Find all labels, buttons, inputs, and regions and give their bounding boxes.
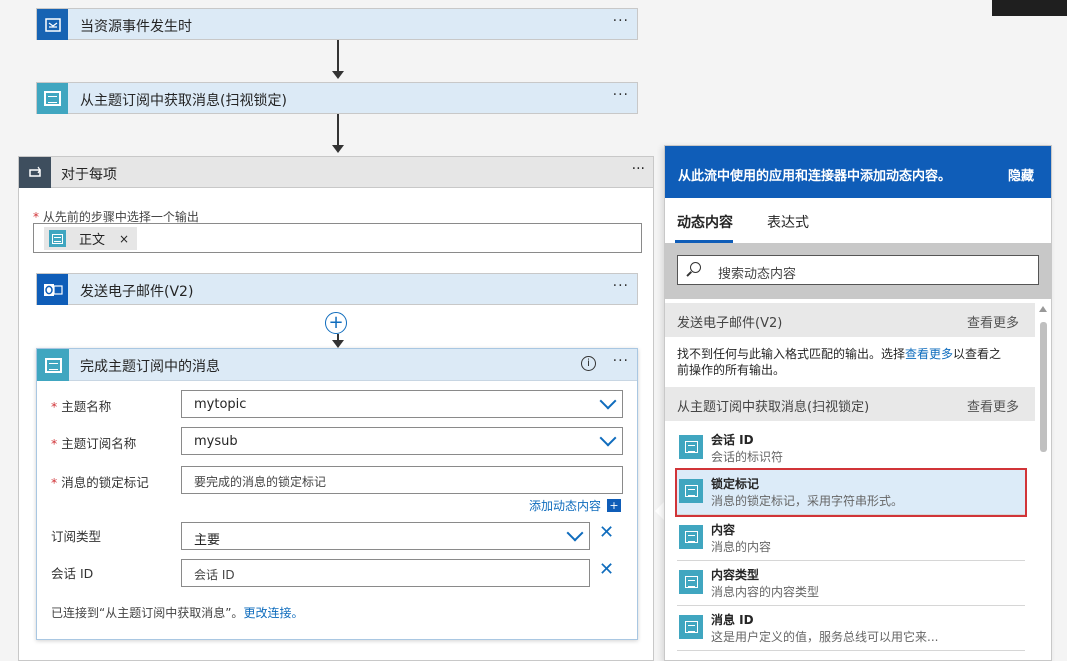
service-bus-icon bbox=[679, 570, 703, 594]
trigger-title: 当资源事件发生时 bbox=[80, 19, 192, 35]
list-item[interactable]: 会话 ID 会话的标识符 bbox=[677, 426, 1025, 471]
trigger-card[interactable]: 当资源事件发生时 ··· bbox=[36, 8, 638, 40]
token-body[interactable]: 正文 × bbox=[44, 227, 138, 250]
clear-icon[interactable]: ✕ bbox=[599, 522, 614, 543]
subscription-select[interactable]: mysub bbox=[181, 427, 623, 455]
lock-token-label: * 消息的锁定标记 bbox=[51, 475, 149, 490]
send-email-title: 发送电子邮件(V2) bbox=[80, 284, 194, 300]
connector-line bbox=[337, 40, 339, 72]
more-options-icon[interactable]: ··· bbox=[632, 161, 645, 177]
list-item[interactable]: 内容类型 消息内容的内容类型 bbox=[677, 561, 1025, 606]
tab-expression[interactable]: 表达式 bbox=[767, 212, 809, 232]
session-id-input[interactable]: 会话 ID bbox=[181, 559, 590, 587]
see-more-inline-link[interactable]: 查看更多 bbox=[905, 347, 953, 361]
more-options-icon[interactable]: ··· bbox=[613, 13, 629, 29]
see-more-link[interactable]: 查看更多 bbox=[967, 396, 1019, 415]
dynamic-content-panel: 从此流中使用的应用和连接器中添加动态内容。 隐藏 动态内容 表达式 搜索动态内容… bbox=[664, 145, 1052, 661]
connector-line bbox=[337, 114, 339, 146]
get-messages-card[interactable]: 从主题订阅中获取消息(扫视锁定) ··· bbox=[36, 82, 638, 114]
panel-header: 从此流中使用的应用和连接器中添加动态内容。 隐藏 bbox=[665, 146, 1051, 198]
chevron-down-icon[interactable] bbox=[566, 524, 584, 542]
foreach-title: 对于每项 bbox=[61, 167, 117, 183]
remove-token-icon[interactable]: × bbox=[119, 232, 129, 246]
see-more-link[interactable]: 查看更多 bbox=[967, 312, 1019, 331]
info-icon[interactable]: i bbox=[581, 356, 596, 371]
loop-icon bbox=[19, 157, 51, 188]
subscription-type-select[interactable]: 主要 bbox=[181, 522, 590, 550]
change-connection-link[interactable]: 更改连接。 bbox=[243, 606, 303, 620]
lock-token-input[interactable]: 要完成的消息的锁定标记 bbox=[181, 466, 623, 494]
add-dynamic-content-link[interactable]: 添加动态内容 + bbox=[529, 497, 622, 514]
clear-icon[interactable]: ✕ bbox=[599, 559, 614, 580]
arrow-down-icon bbox=[332, 71, 344, 79]
add-dynamic-icon[interactable]: + bbox=[607, 499, 622, 512]
list-item[interactable]: 内容 消息的内容 bbox=[677, 516, 1025, 561]
no-match-note: 找不到任何与此输入格式匹配的输出。选择查看更多以查看之前操作的所有输出。 bbox=[677, 347, 1002, 377]
section-get-messages: 从主题订阅中获取消息(扫视锁定) 查看更多 bbox=[665, 387, 1035, 421]
search-zone: 搜索动态内容 bbox=[665, 243, 1051, 299]
chevron-down-icon[interactable] bbox=[599, 392, 617, 410]
foreach-header[interactable]: 对于每项 ··· bbox=[19, 157, 653, 188]
service-bus-icon bbox=[37, 349, 69, 381]
event-grid-icon bbox=[37, 9, 68, 40]
hide-button[interactable]: 隐藏 bbox=[1008, 165, 1034, 184]
service-bus-icon bbox=[49, 230, 66, 247]
topic-label: * 主题名称 bbox=[51, 399, 112, 414]
more-options-icon[interactable]: ··· bbox=[613, 87, 629, 103]
subscription-label: * 主题订阅名称 bbox=[51, 436, 137, 451]
connection-info: 已连接到“从主题订阅中获取消息”。更改连接。 bbox=[51, 606, 304, 620]
add-step-icon[interactable]: + bbox=[325, 312, 347, 334]
list-item-selected[interactable]: 锁定标记 消息的锁定标记，采用字符串形式。 bbox=[675, 468, 1027, 517]
window-corner bbox=[992, 0, 1067, 16]
scroll-thumb[interactable] bbox=[1040, 322, 1047, 452]
list-item[interactable]: 消息 ID 这是用户定义的值，服务总线可以用它来... bbox=[677, 606, 1025, 651]
section-send-email: 发送电子邮件(V2) 查看更多 bbox=[665, 303, 1035, 337]
search-icon bbox=[690, 262, 701, 273]
panel-tabs: 动态内容 表达式 bbox=[665, 198, 1051, 243]
session-id-label: 会话 ID bbox=[51, 566, 94, 581]
panel-pointer bbox=[655, 502, 664, 520]
service-bus-icon bbox=[679, 525, 703, 549]
service-bus-icon bbox=[37, 83, 68, 114]
arrow-down-icon bbox=[332, 145, 344, 153]
outlook-icon bbox=[37, 274, 68, 305]
get-messages-title: 从主题订阅中获取消息(扫视锁定) bbox=[80, 93, 287, 109]
service-bus-icon bbox=[679, 435, 703, 459]
scrollbar[interactable] bbox=[1039, 306, 1047, 661]
chevron-down-icon[interactable] bbox=[599, 429, 617, 447]
foreach-output-field[interactable]: 正文 × bbox=[33, 223, 642, 253]
service-bus-icon bbox=[679, 479, 703, 503]
subscription-type-label: 订阅类型 bbox=[51, 529, 102, 544]
tab-dynamic-content[interactable]: 动态内容 bbox=[677, 212, 733, 232]
complete-message-card[interactable]: 完成主题订阅中的消息 i ··· * 主题名称 mytopic * 主题订阅名称… bbox=[36, 348, 638, 640]
more-options-icon[interactable]: ··· bbox=[613, 353, 629, 369]
send-email-card[interactable]: 发送电子邮件(V2) ··· bbox=[36, 273, 638, 305]
search-input[interactable]: 搜索动态内容 bbox=[677, 255, 1039, 285]
arrow-down-icon bbox=[332, 340, 344, 348]
more-options-icon[interactable]: ··· bbox=[613, 278, 629, 294]
scroll-up-icon[interactable] bbox=[1039, 306, 1047, 312]
complete-title: 完成主题订阅中的消息 bbox=[80, 359, 220, 375]
service-bus-icon bbox=[679, 615, 703, 639]
topic-select[interactable]: mytopic bbox=[181, 390, 623, 418]
